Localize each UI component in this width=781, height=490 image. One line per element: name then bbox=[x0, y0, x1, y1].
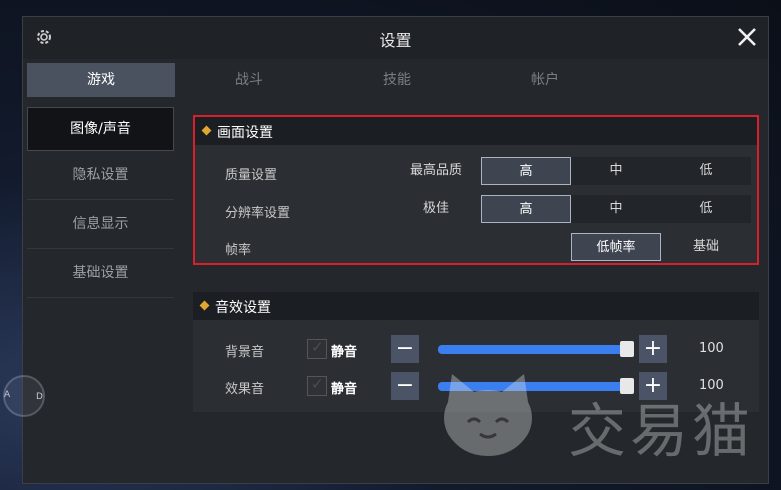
resolution-option-low[interactable]: 低 bbox=[661, 195, 751, 223]
bgm-label: 背景音 bbox=[225, 345, 265, 360]
section-title: 音效设置 bbox=[215, 300, 271, 316]
title-bar: 设置 bbox=[23, 17, 768, 59]
tab-combat[interactable]: 战斗 bbox=[175, 63, 323, 97]
compass-widget: A D bbox=[0, 370, 48, 420]
quality-option-low[interactable]: 低 bbox=[661, 157, 751, 185]
framerate-option-basic[interactable]: 基础 bbox=[661, 233, 751, 261]
bgm-increase-button[interactable]: + bbox=[639, 335, 667, 363]
resolution-option-high[interactable]: 高 bbox=[481, 195, 571, 223]
quality-option-high[interactable]: 高 bbox=[481, 157, 571, 185]
framerate-option-low[interactable]: 低帧率 bbox=[571, 233, 661, 261]
quality-label: 质量设置 bbox=[225, 168, 278, 183]
compass-west-label: A bbox=[4, 390, 11, 400]
quality-option-ultra[interactable]: 最高品质 bbox=[391, 157, 481, 185]
bgm-mute-label: 静音 bbox=[331, 345, 358, 360]
watermark-text: 交易猫 bbox=[568, 397, 755, 465]
diamond-icon bbox=[199, 300, 210, 311]
sfx-label: 效果音 bbox=[225, 382, 265, 397]
section-header: 画面设置 bbox=[195, 117, 757, 145]
cat-logo-icon bbox=[444, 374, 532, 456]
tab-bar: 游戏 战斗 技能 帐户 bbox=[23, 63, 768, 97]
sidebar-item-privacy[interactable]: 隐私设置 bbox=[27, 151, 174, 200]
sidebar-item-graphics-sound[interactable]: 图像/声音 bbox=[27, 107, 174, 151]
bgm-volume-value: 100 bbox=[699, 341, 724, 356]
compass-east-label: D bbox=[36, 392, 43, 402]
bgm-volume-slider[interactable] bbox=[438, 345, 628, 354]
sidebar-item-info-display[interactable]: 信息显示 bbox=[27, 200, 174, 249]
resolution-option-best[interactable]: 极佳 bbox=[391, 195, 481, 223]
sidebar: 图像/声音 隐私设置 信息显示 基础设置 bbox=[27, 105, 174, 298]
sfx-mute-label: 静音 bbox=[331, 382, 358, 397]
section-title: 画面设置 bbox=[217, 125, 273, 141]
tab-skills[interactable]: 技能 bbox=[323, 63, 471, 97]
tab-account[interactable]: 帐户 bbox=[471, 63, 619, 97]
section-header: 音效设置 bbox=[193, 292, 759, 320]
framerate-label: 帧率 bbox=[225, 243, 252, 258]
sfx-decrease-button[interactable]: − bbox=[391, 372, 419, 400]
quality-option-medium[interactable]: 中 bbox=[571, 157, 661, 185]
window-title: 设置 bbox=[379, 31, 412, 50]
resolution-option-medium[interactable]: 中 bbox=[571, 195, 661, 223]
resolution-label: 分辨率设置 bbox=[225, 206, 291, 221]
sfx-mute-checkbox[interactable] bbox=[307, 375, 327, 396]
diamond-icon bbox=[201, 125, 212, 136]
sidebar-item-basic[interactable]: 基础设置 bbox=[27, 249, 174, 298]
bgm-slider-thumb[interactable] bbox=[620, 341, 634, 357]
watermark: 交易猫 bbox=[428, 368, 758, 465]
display-settings-section: 画面设置 质量设置 最高品质 高 中 低 分辨率设置 极佳 高 中 低 帧率 低… bbox=[193, 115, 759, 265]
bgm-mute-checkbox[interactable] bbox=[307, 338, 327, 359]
tab-game[interactable]: 游戏 bbox=[27, 63, 175, 97]
close-icon[interactable] bbox=[734, 24, 760, 50]
bgm-decrease-button[interactable]: − bbox=[391, 335, 419, 363]
